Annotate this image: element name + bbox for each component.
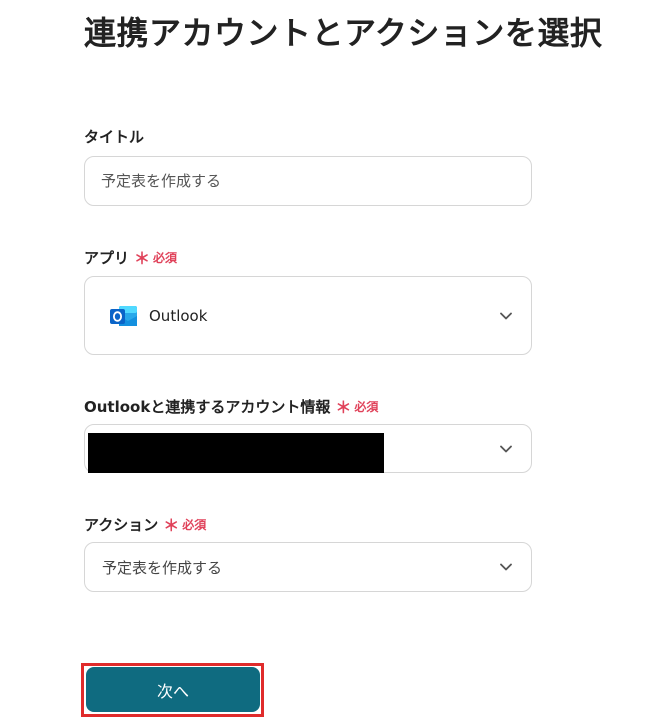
- account-label-text: Outlookと連携するアカウント情報: [84, 397, 331, 416]
- chevron-down-icon[interactable]: [499, 560, 513, 574]
- app-label-text: アプリ: [84, 248, 130, 267]
- title-label-text: タイトル: [84, 128, 145, 146]
- page-title: 連携アカウントとアクションを選択: [84, 14, 603, 52]
- action-select[interactable]: 予定表を作成する: [84, 542, 532, 592]
- chevron-down-icon[interactable]: [499, 309, 513, 323]
- title-input[interactable]: [85, 157, 531, 205]
- required-text: 必須: [182, 517, 207, 532]
- next-button[interactable]: 次へ: [86, 667, 260, 712]
- title-field-label: タイトル: [84, 126, 144, 147]
- required-asterisk: ＊: [134, 249, 151, 268]
- app-select[interactable]: Outlook: [84, 276, 532, 355]
- chevron-down-icon[interactable]: [499, 442, 513, 456]
- action-label-text: アクション: [84, 515, 159, 534]
- redacted-account-info: [88, 433, 384, 473]
- account-select[interactable]: [84, 424, 532, 473]
- app-field-label: アプリ ＊ 必須: [84, 245, 177, 269]
- outlook-icon: [110, 305, 137, 326]
- required-asterisk: ＊: [335, 398, 352, 417]
- action-field-label: アクション ＊ 必須: [84, 512, 206, 536]
- account-field-label: Outlookと連携するアカウント情報 ＊ 必須: [84, 394, 378, 418]
- required-text: 必須: [153, 250, 178, 265]
- app-name: Outlook: [149, 306, 208, 325]
- title-field[interactable]: [84, 156, 532, 206]
- page: 連携アカウントとアクションを選択 タイトル アプリ ＊ 必須 Outlook O…: [0, 0, 656, 722]
- action-value: 予定表を作成する: [102, 558, 223, 577]
- required-text: 必須: [354, 399, 379, 414]
- required-asterisk: ＊: [163, 516, 180, 535]
